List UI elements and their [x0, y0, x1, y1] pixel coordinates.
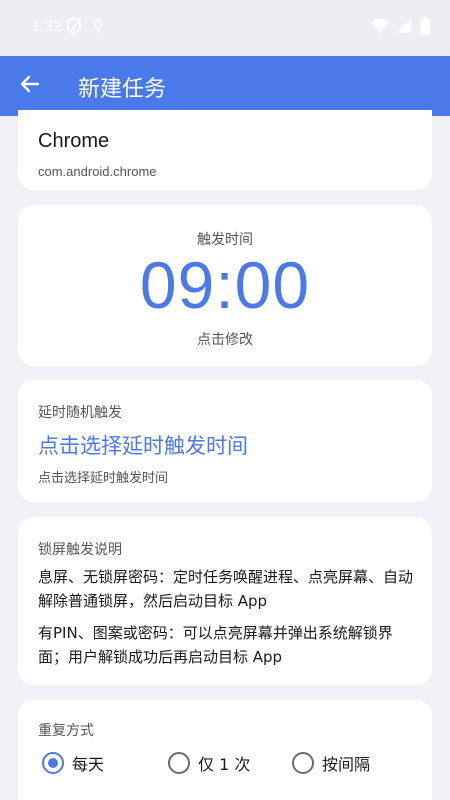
shield-icon — [66, 17, 82, 39]
battery-icon — [420, 17, 430, 39]
delay-trigger-hint: 点击选择延时触发时间 — [38, 471, 169, 486]
trigger-time-hint: 点击修改 — [197, 332, 253, 348]
page-title: 新建任务 — [78, 77, 167, 102]
lock-screen-info-with-password: 有PIN、图案或密码：可以点亮屏幕并弹出系统解锁界面；用户解锁成功后再启动目标 … — [38, 624, 393, 666]
lock-screen-info-card: 锁屏触发说明 息屏、无锁屏密码：定时任务唤醒进程、点亮屏幕、自动解除普通锁屏，然… — [18, 517, 432, 685]
radio-checked-icon — [42, 752, 64, 774]
repeat-option-label: 仅 1 次 — [198, 755, 251, 774]
radio-unchecked-icon — [168, 752, 190, 774]
repeat-option-daily[interactable]: 每天 — [42, 750, 104, 776]
lock-screen-info-label: 锁屏触发说明 — [38, 542, 122, 558]
repeat-option-interval[interactable]: 按间隔 — [292, 750, 370, 776]
status-time: 1:32 — [32, 18, 62, 35]
repeat-option-label: 每天 — [72, 755, 105, 774]
trigger-time-card[interactable]: 触发时间 09:00 点击修改 — [18, 205, 432, 366]
radio-unchecked-icon — [292, 752, 314, 774]
repeat-option-once[interactable]: 仅 1 次 — [168, 750, 250, 776]
app-bar: 新建任务 — [0, 56, 450, 116]
delay-trigger-link[interactable]: 点击选择延时触发时间 — [38, 430, 248, 460]
back-button[interactable] — [10, 66, 50, 106]
repeat-mode-label: 重复方式 — [38, 723, 94, 739]
signal-icon — [396, 17, 412, 39]
back-arrow-icon — [20, 74, 40, 98]
delay-trigger-card[interactable]: 延时随机触发 点击选择延时触发时间 点击选择延时触发时间 — [18, 380, 432, 502]
lock-screen-info-no-password: 息屏、无锁屏密码：定时任务唤醒进程、点亮屏幕、自动解除普通锁屏，然后启动目标 A… — [38, 568, 414, 610]
target-app-card[interactable]: Chrome com.android.chrome — [18, 110, 432, 190]
repeat-option-label: 按间隔 — [322, 755, 371, 774]
trigger-time-label: 触发时间 — [197, 232, 253, 248]
trigger-time-value: 09:00 — [139, 248, 311, 322]
app-package: com.android.chrome — [38, 164, 157, 179]
wifi-icon — [370, 17, 390, 39]
status-bar: 1:32 — [0, 0, 450, 56]
repeat-mode-card: 重复方式 每天 仅 1 次 按间隔 — [18, 700, 432, 800]
app-name: Chrome — [38, 130, 110, 152]
delay-trigger-label: 延时随机触发 — [38, 405, 122, 421]
notification-icon — [92, 17, 104, 39]
